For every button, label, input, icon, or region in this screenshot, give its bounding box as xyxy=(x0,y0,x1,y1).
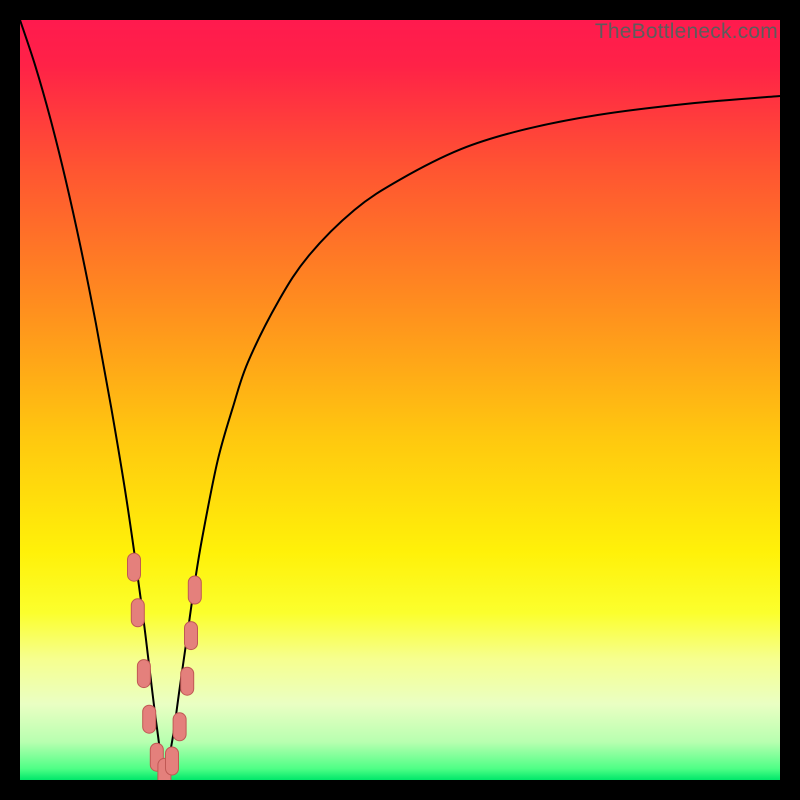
plot-svg xyxy=(20,20,780,780)
curve-marker xyxy=(166,747,179,775)
watermark-text: TheBottleneck.com xyxy=(595,20,778,44)
chart-frame: TheBottleneck.com xyxy=(0,0,800,800)
plot-area xyxy=(20,20,780,780)
curve-marker xyxy=(137,660,150,688)
curve-marker xyxy=(128,553,141,581)
curve-marker xyxy=(173,713,186,741)
curve-marker xyxy=(131,599,144,627)
curve-marker xyxy=(181,667,194,695)
curve-marker xyxy=(143,705,156,733)
curve-marker xyxy=(185,622,198,650)
curve-marker xyxy=(188,576,201,604)
bottleneck-curve xyxy=(20,20,780,773)
